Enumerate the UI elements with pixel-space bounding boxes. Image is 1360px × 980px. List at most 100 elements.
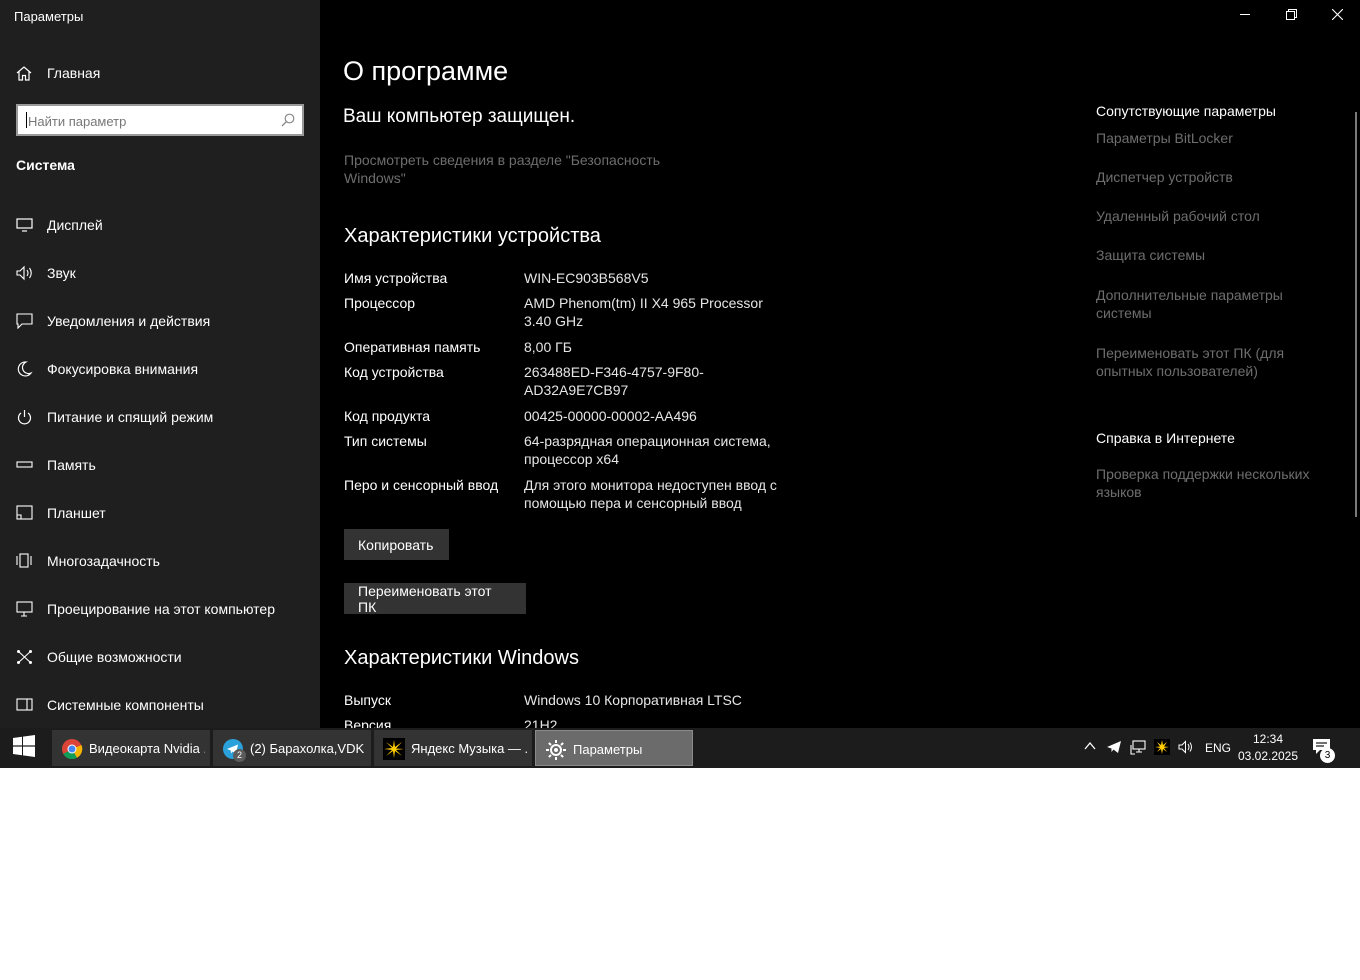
storage-icon bbox=[16, 457, 34, 473]
minimize-button[interactable] bbox=[1222, 0, 1268, 32]
spec-key: Версия bbox=[344, 717, 392, 728]
search-icon[interactable] bbox=[281, 113, 295, 132]
spec-key: Перо и сенсорный ввод bbox=[344, 477, 499, 493]
taskbar-item-telegram[interactable]: 2 (2) Барахолка,VDK ... bbox=[213, 730, 371, 766]
spec-value: 8,00 ГБ bbox=[524, 339, 572, 355]
nav-home[interactable]: Главная bbox=[0, 58, 320, 88]
spec-key: Тип системы bbox=[344, 433, 427, 449]
related-settings-heading: Сопутствующие параметры bbox=[1096, 103, 1276, 119]
sidebar-item-label: Уведомления и действия bbox=[47, 313, 211, 329]
sidebar-item-multitasking[interactable]: Многозадачность bbox=[0, 539, 320, 583]
help-link-languages[interactable]: Проверка поддержки нескольких языков bbox=[1096, 465, 1326, 501]
copy-button[interactable]: Копировать bbox=[344, 529, 449, 560]
telegram-tray-icon[interactable] bbox=[1105, 739, 1123, 757]
sidebar-item-focus-assist[interactable]: Фокусировка внимания bbox=[0, 347, 320, 391]
sidebar-item-label: Звук bbox=[47, 265, 76, 281]
minimize-icon bbox=[1239, 7, 1251, 25]
sidebar-item-label: Проецирование на этот компьютер bbox=[47, 601, 275, 617]
protection-status: Ваш компьютер защищен. bbox=[343, 106, 576, 127]
clock-time: 12:34 bbox=[1252, 732, 1284, 746]
taskbar-item-label: Параметры bbox=[573, 742, 643, 757]
online-help-heading: Справка в Интернете bbox=[1096, 430, 1235, 446]
clock-date: 03.02.2025 bbox=[1237, 749, 1299, 763]
sidebar-item-notifications[interactable]: Уведомления и действия bbox=[0, 299, 320, 343]
spec-value: Windows 10 Корпоративная LTSC bbox=[524, 692, 742, 708]
related-link-device-manager[interactable]: Диспетчер устройств bbox=[1096, 168, 1326, 186]
start-button[interactable] bbox=[0, 728, 48, 768]
related-link-remote-desktop[interactable]: Удаленный рабочий стол bbox=[1096, 207, 1326, 225]
moon-icon bbox=[16, 361, 34, 377]
rename-pc-button[interactable]: Переименовать этот ПК bbox=[344, 583, 526, 615]
spec-value: 00425-00000-00002-AA496 bbox=[524, 408, 697, 424]
related-link-rename-advanced[interactable]: Переименовать этот ПК (для опытных польз… bbox=[1096, 344, 1326, 380]
search-box[interactable] bbox=[16, 104, 304, 136]
network-icon[interactable] bbox=[1129, 739, 1147, 757]
taskbar-clock[interactable]: 12:34 03.02.2025 bbox=[1232, 731, 1304, 765]
speaker-icon bbox=[16, 265, 34, 281]
projection-icon bbox=[16, 601, 34, 617]
settings-sidebar: Параметры Главная Система Дисплей Звук У… bbox=[0, 0, 320, 728]
nav-home-label: Главная bbox=[47, 65, 101, 81]
taskbar-item-yandex-music[interactable]: Яндекс Музыка — ... bbox=[374, 730, 532, 766]
related-link-system-protection[interactable]: Защита системы bbox=[1096, 246, 1326, 264]
sidebar-item-storage[interactable]: Память bbox=[0, 443, 320, 487]
sidebar-item-sound[interactable]: Звук bbox=[0, 251, 320, 295]
sidebar-item-label: Память bbox=[47, 457, 96, 473]
yandex-music-icon bbox=[383, 738, 405, 760]
taskbar-item-chrome[interactable]: Видеокарта Nvidia ... bbox=[52, 730, 210, 766]
yandex-music-tray-icon[interactable] bbox=[1153, 739, 1171, 757]
spec-value: Для этого монитора недоступен ввод с пом… bbox=[524, 477, 777, 511]
spec-key: Процессор bbox=[344, 295, 416, 311]
spec-key: Оперативная память bbox=[344, 339, 481, 355]
desktop-screen: Параметры Главная Система Дисплей Звук У… bbox=[0, 0, 1360, 768]
input-language-indicator[interactable]: ENG bbox=[1205, 741, 1231, 755]
restore-button[interactable] bbox=[1268, 0, 1314, 32]
spec-value: 64-разрядная операционная система, проце… bbox=[524, 433, 771, 467]
spec-value: AMD Phenom(tm) II X4 965 Processor 3.40 … bbox=[524, 295, 763, 329]
security-details-link[interactable]: Просмотреть сведения в разделе "Безопасн… bbox=[344, 151, 684, 187]
tablet-icon bbox=[16, 505, 34, 521]
chrome-icon bbox=[61, 738, 83, 760]
settings-gear-icon bbox=[545, 739, 567, 761]
sidebar-item-tablet[interactable]: Планшет bbox=[0, 491, 320, 535]
taskbar-item-label: Яндекс Музыка — ... bbox=[411, 741, 527, 756]
section-title-system: Система bbox=[16, 157, 75, 173]
notification-icon bbox=[16, 313, 34, 330]
spec-value: 21H2 bbox=[524, 717, 558, 728]
related-link-bitlocker[interactable]: Параметры BitLocker bbox=[1096, 129, 1326, 147]
spec-key: Код продукта bbox=[344, 408, 431, 424]
settings-main: О программе Ваш компьютер защищен. Просм… bbox=[320, 0, 1360, 728]
power-icon bbox=[16, 409, 34, 425]
taskbar-item-label: (2) Барахолка,VDK ... bbox=[250, 741, 366, 756]
taskbar-item-settings[interactable]: Параметры bbox=[535, 730, 693, 766]
sidebar-item-display[interactable]: Дисплей bbox=[0, 203, 320, 247]
volume-icon[interactable] bbox=[1177, 739, 1195, 757]
scrollbar[interactable] bbox=[1355, 112, 1357, 517]
sidebar-item-shared-experiences[interactable]: Общие возможности bbox=[0, 635, 320, 679]
windows-specs-heading: Характеристики Windows bbox=[344, 647, 579, 669]
sidebar-item-label: Фокусировка внимания bbox=[47, 361, 199, 377]
spec-key: Имя устройства bbox=[344, 270, 448, 286]
sidebar-item-label: Общие возможности bbox=[47, 649, 182, 665]
close-icon bbox=[1331, 7, 1343, 25]
taskbar-item-label: Видеокарта Nvidia ... bbox=[89, 741, 205, 756]
spec-key: Выпуск bbox=[344, 692, 391, 708]
sidebar-item-power[interactable]: Питание и спящий режим bbox=[0, 395, 320, 439]
chevron-up-icon[interactable] bbox=[1081, 739, 1099, 757]
close-button[interactable] bbox=[1314, 0, 1360, 32]
spec-key: Код устройства bbox=[344, 364, 444, 380]
spec-value: 263488ED-F346-4757-9F80-AD32A9E7CB97 bbox=[524, 364, 704, 398]
notification-count-badge: 3 bbox=[1320, 748, 1335, 763]
multitasking-icon bbox=[16, 553, 34, 569]
restore-icon bbox=[1285, 7, 1297, 25]
sidebar-item-projection[interactable]: Проецирование на этот компьютер bbox=[0, 587, 320, 631]
display-icon bbox=[16, 217, 34, 233]
sidebar-item-components[interactable]: Системные компоненты bbox=[0, 683, 320, 727]
search-input[interactable] bbox=[26, 111, 270, 131]
related-link-advanced-system[interactable]: Дополнительные параметры системы bbox=[1096, 286, 1326, 322]
device-specs-heading: Характеристики устройства bbox=[344, 225, 601, 247]
telegram-badge: 2 bbox=[233, 749, 246, 762]
sidebar-item-label: Планшет bbox=[47, 505, 106, 521]
components-icon bbox=[16, 697, 34, 713]
windows-logo-icon bbox=[13, 734, 35, 762]
